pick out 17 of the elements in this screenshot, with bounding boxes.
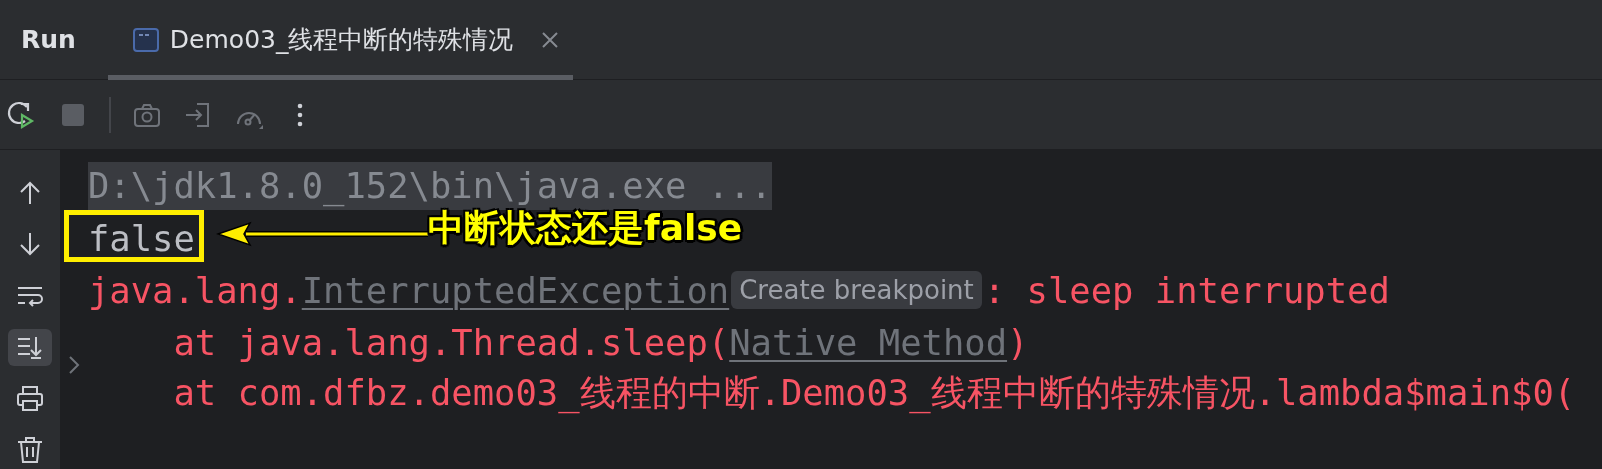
trash-icon [15,435,45,466]
source-link[interactable]: Native Method [729,321,1008,363]
tool-window-title: Run [21,25,76,54]
create-breakpoint-hint[interactable]: Create breakpoint [731,271,982,309]
chevron-icon[interactable] [66,354,82,376]
error-text: at com.dfbz.demo03_线程的中断.Demo03_线程中断的特殊情况.lambda$main$0( [172,371,1576,416]
printer-icon [15,383,45,414]
error-text: java.lang. [88,269,302,311]
error-text: ) [1007,321,1029,363]
source-link[interactable]: InterruptedException [301,269,730,311]
window-icon [131,26,160,53]
output-text: false [88,217,195,259]
error-text: at java.lang.Thread.sleep( [172,321,730,363]
annotation-label: 中断状态还是false [428,207,743,250]
close-icon[interactable] [541,30,560,49]
sidebar-button[interactable] [8,328,52,366]
error-text: : sleep interrupted [983,269,1390,311]
